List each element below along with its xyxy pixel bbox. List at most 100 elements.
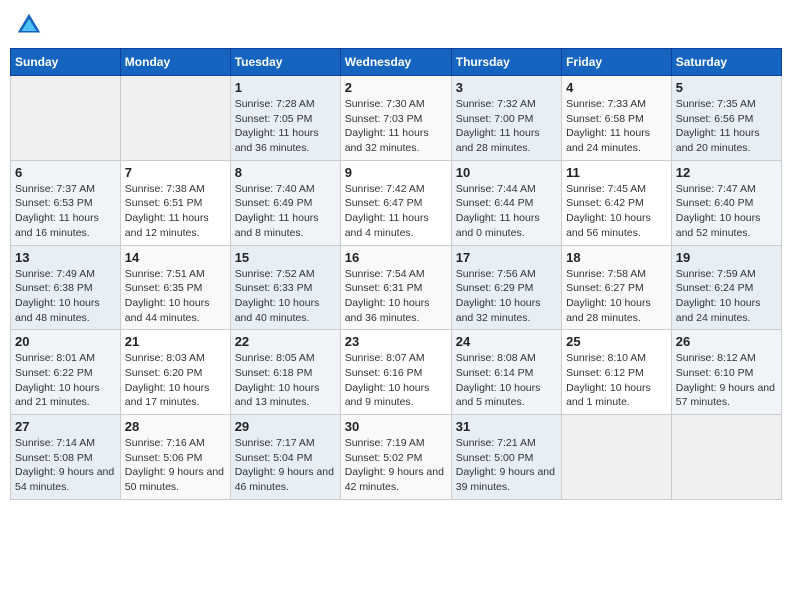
- calendar-week-row: 13 Sunrise: 7:49 AM Sunset: 6:38 PM Dayli…: [11, 245, 782, 330]
- day-info: Sunrise: 7:49 AM Sunset: 6:38 PM Dayligh…: [15, 267, 116, 326]
- calendar-cell: 31Sunrise: 7:21 AM Sunset: 5:00 PM Dayli…: [451, 415, 561, 500]
- day-info: Sunrise: 7:16 AM Sunset: 5:06 PM Dayligh…: [125, 436, 226, 495]
- day-number: 1: [235, 80, 336, 95]
- day-info: Sunrise: 8:07 AM Sunset: 6:16 PM Dayligh…: [345, 351, 447, 410]
- calendar-cell: 6 Sunrise: 7:37 AM Sunset: 6:53 PM Daylig…: [11, 160, 121, 245]
- day-number: 18: [566, 250, 667, 265]
- day-info: Sunrise: 8:01 AM Sunset: 6:22 PM Dayligh…: [15, 351, 116, 410]
- day-number: 23: [345, 334, 447, 349]
- day-number: 16: [345, 250, 447, 265]
- weekday-header-wednesday: Wednesday: [340, 49, 451, 76]
- day-info: Sunrise: 7:44 AM Sunset: 6:44 PM Dayligh…: [456, 182, 557, 241]
- day-info: Sunrise: 7:47 AM Sunset: 6:40 PM Dayligh…: [676, 182, 777, 241]
- day-number: 26: [676, 334, 777, 349]
- calendar-week-row: 20 Sunrise: 8:01 AM Sunset: 6:22 PM Dayli…: [11, 330, 782, 415]
- calendar-cell: 13 Sunrise: 7:49 AM Sunset: 6:38 PM Dayli…: [11, 245, 121, 330]
- calendar-cell: [120, 76, 230, 161]
- day-number: 17: [456, 250, 557, 265]
- day-number: 29: [235, 419, 336, 434]
- day-number: 27: [15, 419, 116, 434]
- weekday-header-saturday: Saturday: [671, 49, 781, 76]
- day-info: Sunrise: 7:14 AM Sunset: 5:08 PM Dayligh…: [15, 436, 116, 495]
- day-number: 13: [15, 250, 116, 265]
- calendar-cell: [671, 415, 781, 500]
- calendar-cell: 20 Sunrise: 8:01 AM Sunset: 6:22 PM Dayli…: [11, 330, 121, 415]
- weekday-header-row: SundayMondayTuesdayWednesdayThursdayFrid…: [11, 49, 782, 76]
- weekday-header-monday: Monday: [120, 49, 230, 76]
- day-number: 12: [676, 165, 777, 180]
- day-info: Sunrise: 7:28 AM Sunset: 7:05 PM Dayligh…: [235, 97, 336, 156]
- day-info: Sunrise: 7:52 AM Sunset: 6:33 PM Dayligh…: [235, 267, 336, 326]
- calendar-cell: 10 Sunrise: 7:44 AM Sunset: 6:44 PM Dayli…: [451, 160, 561, 245]
- calendar-cell: 23 Sunrise: 8:07 AM Sunset: 6:16 PM Dayli…: [340, 330, 451, 415]
- day-number: 9: [345, 165, 447, 180]
- day-number: 20: [15, 334, 116, 349]
- calendar-cell: 26 Sunrise: 8:12 AM Sunset: 6:10 PM Dayli…: [671, 330, 781, 415]
- day-number: 21: [125, 334, 226, 349]
- calendar-cell: 30Sunrise: 7:19 AM Sunset: 5:02 PM Dayli…: [340, 415, 451, 500]
- calendar-table: SundayMondayTuesdayWednesdayThursdayFrid…: [10, 48, 782, 500]
- calendar-cell: 5 Sunrise: 7:35 AM Sunset: 6:56 PM Daylig…: [671, 76, 781, 161]
- page-header: [10, 10, 782, 40]
- day-number: 30: [345, 419, 447, 434]
- calendar-cell: 9Sunrise: 7:42 AM Sunset: 6:47 PM Daylig…: [340, 160, 451, 245]
- calendar-cell: 15 Sunrise: 7:52 AM Sunset: 6:33 PM Dayli…: [230, 245, 340, 330]
- day-info: Sunrise: 7:21 AM Sunset: 5:00 PM Dayligh…: [456, 436, 557, 495]
- logo: [14, 10, 48, 40]
- calendar-cell: [11, 76, 121, 161]
- day-info: Sunrise: 8:10 AM Sunset: 6:12 PM Dayligh…: [566, 351, 667, 410]
- day-number: 15: [235, 250, 336, 265]
- calendar-cell: 11Sunrise: 7:45 AM Sunset: 6:42 PM Dayli…: [562, 160, 672, 245]
- day-info: Sunrise: 8:12 AM Sunset: 6:10 PM Dayligh…: [676, 351, 777, 410]
- day-info: Sunrise: 7:38 AM Sunset: 6:51 PM Dayligh…: [125, 182, 226, 241]
- day-info: Sunrise: 7:37 AM Sunset: 6:53 PM Dayligh…: [15, 182, 116, 241]
- day-info: Sunrise: 7:35 AM Sunset: 6:56 PM Dayligh…: [676, 97, 777, 156]
- day-number: 14: [125, 250, 226, 265]
- day-number: 10: [456, 165, 557, 180]
- logo-icon: [14, 10, 44, 40]
- day-number: 28: [125, 419, 226, 434]
- weekday-header-tuesday: Tuesday: [230, 49, 340, 76]
- weekday-header-thursday: Thursday: [451, 49, 561, 76]
- calendar-cell: 14Sunrise: 7:51 AM Sunset: 6:35 PM Dayli…: [120, 245, 230, 330]
- day-info: Sunrise: 7:58 AM Sunset: 6:27 PM Dayligh…: [566, 267, 667, 326]
- calendar-cell: 18 Sunrise: 7:58 AM Sunset: 6:27 PM Dayli…: [562, 245, 672, 330]
- day-number: 6: [15, 165, 116, 180]
- calendar-cell: 7 Sunrise: 7:38 AM Sunset: 6:51 PM Daylig…: [120, 160, 230, 245]
- calendar-cell: 22Sunrise: 8:05 AM Sunset: 6:18 PM Dayli…: [230, 330, 340, 415]
- calendar-week-row: 6 Sunrise: 7:37 AM Sunset: 6:53 PM Daylig…: [11, 160, 782, 245]
- day-number: 11: [566, 165, 667, 180]
- calendar-cell: 2Sunrise: 7:30 AM Sunset: 7:03 PM Daylig…: [340, 76, 451, 161]
- calendar-cell: 12 Sunrise: 7:47 AM Sunset: 6:40 PM Dayli…: [671, 160, 781, 245]
- calendar-header: SundayMondayTuesdayWednesdayThursdayFrid…: [11, 49, 782, 76]
- calendar-cell: 8 Sunrise: 7:40 AM Sunset: 6:49 PM Daylig…: [230, 160, 340, 245]
- calendar-cell: 24 Sunrise: 8:08 AM Sunset: 6:14 PM Dayli…: [451, 330, 561, 415]
- calendar-cell: 25Sunrise: 8:10 AM Sunset: 6:12 PM Dayli…: [562, 330, 672, 415]
- calendar-week-row: 1 Sunrise: 7:28 AM Sunset: 7:05 PM Daylig…: [11, 76, 782, 161]
- calendar-cell: 16 Sunrise: 7:54 AM Sunset: 6:31 PM Dayli…: [340, 245, 451, 330]
- calendar-cell: 21 Sunrise: 8:03 AM Sunset: 6:20 PM Dayli…: [120, 330, 230, 415]
- day-number: 24: [456, 334, 557, 349]
- weekday-header-sunday: Sunday: [11, 49, 121, 76]
- calendar-cell: 4 Sunrise: 7:33 AM Sunset: 6:58 PM Daylig…: [562, 76, 672, 161]
- day-number: 4: [566, 80, 667, 95]
- day-info: Sunrise: 7:33 AM Sunset: 6:58 PM Dayligh…: [566, 97, 667, 156]
- calendar-cell: 1 Sunrise: 7:28 AM Sunset: 7:05 PM Daylig…: [230, 76, 340, 161]
- calendar-cell: 28 Sunrise: 7:16 AM Sunset: 5:06 PM Dayli…: [120, 415, 230, 500]
- calendar-cell: 29Sunrise: 7:17 AM Sunset: 5:04 PM Dayli…: [230, 415, 340, 500]
- calendar-cell: 3Sunrise: 7:32 AM Sunset: 7:00 PM Daylig…: [451, 76, 561, 161]
- day-number: 8: [235, 165, 336, 180]
- day-info: Sunrise: 8:03 AM Sunset: 6:20 PM Dayligh…: [125, 351, 226, 410]
- day-number: 5: [676, 80, 777, 95]
- day-info: Sunrise: 7:56 AM Sunset: 6:29 PM Dayligh…: [456, 267, 557, 326]
- day-number: 22: [235, 334, 336, 349]
- day-info: Sunrise: 8:08 AM Sunset: 6:14 PM Dayligh…: [456, 351, 557, 410]
- day-info: Sunrise: 7:40 AM Sunset: 6:49 PM Dayligh…: [235, 182, 336, 241]
- day-number: 2: [345, 80, 447, 95]
- calendar-cell: 17 Sunrise: 7:56 AM Sunset: 6:29 PM Dayli…: [451, 245, 561, 330]
- day-info: Sunrise: 7:54 AM Sunset: 6:31 PM Dayligh…: [345, 267, 447, 326]
- day-number: 3: [456, 80, 557, 95]
- day-number: 7: [125, 165, 226, 180]
- calendar-week-row: 27 Sunrise: 7:14 AM Sunset: 5:08 PM Dayli…: [11, 415, 782, 500]
- calendar-cell: 19Sunrise: 7:59 AM Sunset: 6:24 PM Dayli…: [671, 245, 781, 330]
